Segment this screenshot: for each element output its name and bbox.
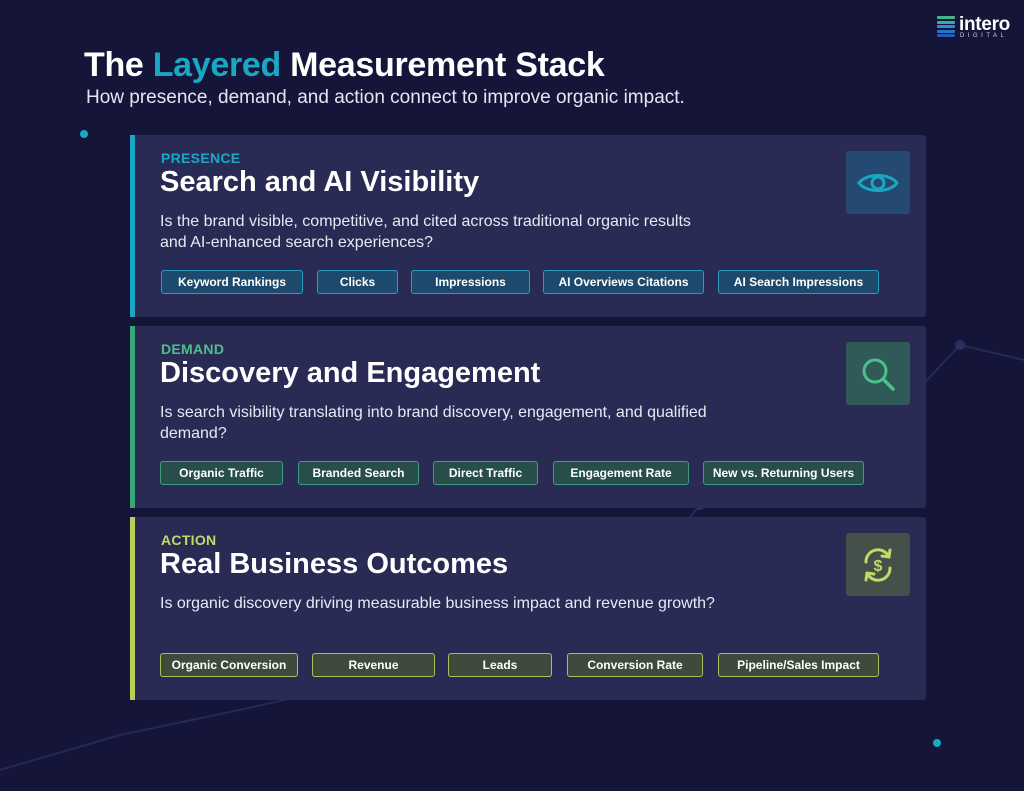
layer-description: Is search visibility translating into br… xyxy=(160,404,707,442)
metric-pill: Revenue xyxy=(312,653,435,677)
page-title: The Layered Measurement Stack xyxy=(84,46,605,85)
logo-bars-icon xyxy=(937,16,955,38)
brand-logo: intero DIGITAL xyxy=(937,14,1010,40)
metric-pill: New vs. Returning Users xyxy=(703,461,864,485)
layer-heading: Discovery and Engagement xyxy=(160,357,541,389)
page-subtitle: How presence, demand, and action connect… xyxy=(86,87,685,108)
metric-pill: Branded Search xyxy=(298,461,419,485)
title-prefix: The xyxy=(84,46,153,84)
layer-description: Is organic discovery driving measurable … xyxy=(160,595,715,612)
layer-heading: Search and AI Visibility xyxy=(160,166,480,198)
layer-eyebrow: PRESENCE xyxy=(161,150,241,166)
metric-pill: Pipeline/Sales Impact xyxy=(718,653,879,677)
metric-pill: Direct Traffic xyxy=(433,461,538,485)
logo-subtext: DIGITAL xyxy=(960,33,1008,39)
layer-eyebrow: ACTION xyxy=(161,532,217,548)
layer-description: Is the brand visible, competitive, and c… xyxy=(160,213,691,251)
dollar-cycle-icon: $ xyxy=(846,533,910,596)
metric-pill: Organic Conversion xyxy=(160,653,298,677)
card-accent-stripe xyxy=(130,135,135,317)
metric-pill: Conversion Rate xyxy=(567,653,703,677)
metric-pill: Organic Traffic xyxy=(160,461,283,485)
metric-pill: AI Search Impressions xyxy=(718,270,879,294)
layer-card-demand: DEMAND Discovery and Engagement Is searc… xyxy=(130,326,926,508)
card-accent-stripe xyxy=(130,326,135,508)
metric-pill: AI Overviews Citations xyxy=(543,270,704,294)
metric-pill: Engagement Rate xyxy=(553,461,689,485)
metric-pill: Clicks xyxy=(317,270,398,294)
metric-pill: Leads xyxy=(448,653,552,677)
title-highlight: Layered xyxy=(152,46,282,84)
card-accent-stripe xyxy=(130,517,135,700)
layer-eyebrow: DEMAND xyxy=(161,341,225,357)
metric-pill: Impressions xyxy=(411,270,530,294)
eye-icon xyxy=(846,151,910,214)
title-suffix: Measurement Stack xyxy=(281,46,605,84)
svg-text:$: $ xyxy=(874,558,883,575)
metric-pill: Keyword Rankings xyxy=(161,270,303,294)
magnifier-icon xyxy=(846,342,910,405)
layer-heading: Real Business Outcomes xyxy=(160,548,509,580)
layer-card-presence: PRESENCE Search and AI Visibility Is the… xyxy=(130,135,926,317)
layer-card-action: ACTION Real Business Outcomes Is organic… xyxy=(130,517,926,700)
